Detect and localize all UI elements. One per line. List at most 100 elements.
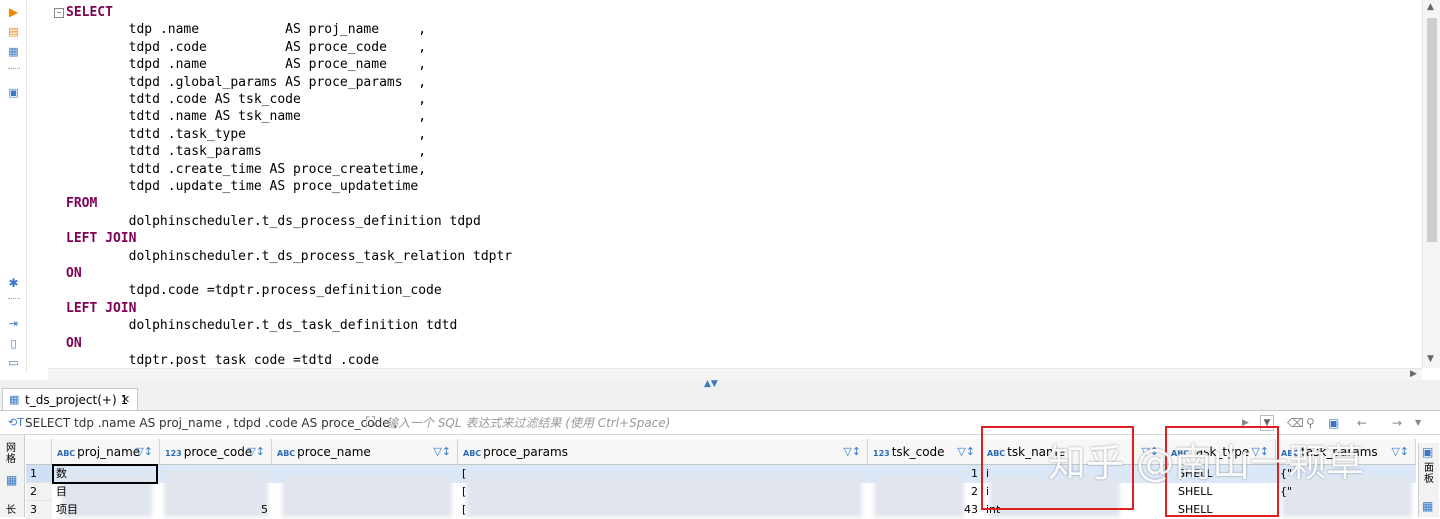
column-type-badge: 123 (165, 449, 182, 458)
column-header-label: proce_name (297, 445, 371, 459)
file-icon[interactable]: ▯ (7, 337, 20, 350)
side-tab-panel[interactable]: 面板 (1424, 463, 1435, 485)
column-filter-icon[interactable]: ▽↕ (247, 439, 265, 464)
column-filter-icon[interactable]: ▽↕ (433, 439, 451, 464)
column-header-proj-name[interactable]: ABC proj_name ▽↕ (52, 439, 160, 465)
column-filter-icon[interactable]: ▽↕ (957, 439, 975, 464)
cell-tsk-code[interactable]: 1 (872, 465, 978, 483)
code-text: tdpd .name AS proce_name , (66, 57, 427, 73)
code-line[interactable]: LEFT JOIN (66, 300, 136, 317)
close-icon[interactable]: ✕ (121, 389, 130, 411)
sql-keyword: LEFT JOIN (66, 300, 137, 316)
code-line[interactable]: LEFT JOIN (66, 230, 136, 247)
cell-proce-code[interactable]: 5 (164, 501, 268, 519)
code-line[interactable]: FROM (66, 195, 97, 212)
code-line[interactable]: ON (66, 335, 82, 352)
sql-keyword: ON (66, 266, 82, 281)
expand-filter-icon[interactable]: ⛶ (366, 412, 375, 434)
blurred-content (282, 475, 452, 517)
right-side-panel-tabs: ▣ 面板 ▦ (1418, 443, 1439, 517)
row-number[interactable]: 2 (26, 483, 52, 501)
column-header-label: proj_name (77, 445, 141, 459)
splitter-toggle-icon[interactable]: ▲▼ (704, 380, 718, 389)
execute-script-icon[interactable]: ▤ (7, 25, 20, 38)
code-line[interactable]: tdpd .name AS proce_name , (66, 56, 426, 73)
cell-proce-params[interactable]: [ (462, 501, 864, 519)
side-tab-grid[interactable]: 网格 (6, 443, 18, 465)
code-text: tdpd.code =tdptr.process_definition_code (66, 283, 442, 299)
forward-arrow-icon[interactable]: → (1392, 412, 1402, 434)
column-filter-icon[interactable]: ▽↕ (135, 439, 153, 464)
explain-plan-icon[interactable]: ▦ (7, 45, 20, 58)
document-icon[interactable]: ▭ (7, 356, 20, 369)
sql-keyword: LEFT JOIN (66, 231, 137, 247)
editor-scroll-thumb[interactable] (1427, 18, 1437, 242)
side-tab-text[interactable]: 长 (6, 501, 16, 516)
filter-settings-icon[interactable]: ⚲ (1306, 412, 1315, 434)
editor-margin (30, 0, 48, 368)
code-text: tdpd .code AS proce_code , (66, 39, 427, 55)
cell-proj-name[interactable]: 项目 (56, 501, 156, 519)
column-header-label: proce_params (483, 445, 568, 459)
column-filter-icon[interactable]: ▽↕ (1391, 439, 1409, 464)
code-line[interactable]: ON (66, 265, 82, 282)
code-line[interactable]: tdp .name AS proj_name , (66, 21, 426, 38)
code-line[interactable]: tdpd .global_params AS proce_params , (66, 74, 426, 91)
back-arrow-icon[interactable]: ← (1357, 412, 1367, 434)
query-preview: SELECT tdp .name AS proj_name , tdpd .co… (25, 416, 398, 430)
code-text: tdp .name AS proj_name , (66, 22, 427, 38)
code-text: dolphinscheduler.t_ds_process_task_relat… (66, 248, 513, 264)
code-line[interactable]: tdpd .code AS proce_code , (66, 39, 426, 56)
code-line[interactable]: SELECT (66, 4, 113, 21)
code-line[interactable]: tdpd.code =tdptr.process_definition_code (66, 282, 442, 299)
settings-gear-icon[interactable]: ✱ (7, 277, 20, 290)
cell-proj-name[interactable]: 目 (56, 483, 156, 501)
column-header-proce-params[interactable]: ABC proce_params ▽↕ (458, 439, 868, 465)
code-line[interactable]: tdtd .create_time AS proce_createtime, (66, 161, 426, 178)
column-header-tsk-code[interactable]: 123 tsk_code ▽↕ (868, 439, 982, 465)
code-line[interactable]: tdtd .task_type , (66, 126, 426, 143)
panel-icon[interactable]: ▣ (1422, 445, 1433, 459)
code-line[interactable]: dolphinscheduler.t_ds_task_definition td… (66, 317, 458, 334)
cell-tsk-code[interactable]: 43 (872, 501, 978, 519)
sql-keyword: ON (66, 335, 82, 351)
editor-vertical-scrollbar[interactable]: ▲ ▼ (1422, 0, 1440, 368)
row-number-header (26, 439, 52, 465)
eraser-icon[interactable]: ⌫ (1287, 412, 1304, 434)
tab-results[interactable]: ▦ t_ds_project(+) 1 ✕ (2, 388, 138, 410)
code-line[interactable]: dolphinscheduler.t_ds_process_task_relat… (66, 248, 513, 265)
cell-proj-name[interactable]: 数 (56, 465, 156, 483)
cell-proce-params[interactable]: [ (462, 483, 864, 501)
grid-view-icon[interactable]: ▦ (6, 473, 17, 487)
cell-proce-params[interactable]: [ (462, 465, 864, 483)
code-line[interactable]: tdtd .task_params , (66, 143, 426, 160)
column-filter-icon[interactable]: ▽↕ (843, 439, 861, 464)
export-icon[interactable]: ⇥ (7, 317, 20, 330)
column-type-badge: ABC (463, 449, 482, 458)
code-line[interactable]: tdtd .name AS tsk_name , (66, 108, 426, 125)
grid-icon: ▦ (9, 393, 20, 406)
panel-splitter[interactable]: ▲▼ (0, 380, 1440, 389)
column-header-proce-name[interactable]: ABC proce_name ▽↕ (272, 439, 458, 465)
sql-query-icon: ⟲T (8, 416, 24, 429)
console-icon[interactable]: ▣ (7, 86, 20, 99)
column-header-label: proce_code (183, 445, 253, 459)
scroll-right-icon[interactable]: ▶ (1410, 369, 1417, 379)
row-number[interactable]: 1 (26, 465, 52, 483)
toolbar-separator-2 (8, 298, 20, 301)
row-number[interactable]: 3 (26, 501, 52, 519)
panel-config-icon[interactable]: ▣ (1328, 412, 1339, 434)
code-line[interactable]: dolphinscheduler.t_ds_process_definition… (66, 213, 481, 230)
code-text: tdpd .global_params AS proce_params , (66, 74, 427, 90)
more-dropdown-icon[interactable]: ▼ (1415, 412, 1421, 434)
code-line[interactable]: tdpd .update_time AS proce_updatetime (66, 178, 419, 195)
scroll-up-icon[interactable]: ▲ (1427, 2, 1434, 12)
execute-statement-icon[interactable]: ▶ (7, 6, 20, 19)
code-line[interactable]: tdtd .code AS tsk_code , (66, 91, 426, 108)
cell-tsk-code[interactable]: 2 (872, 483, 978, 501)
scroll-down-icon[interactable]: ▼ (1427, 354, 1434, 364)
code-line[interactable]: tdptr.post task code =tdtd .code (66, 352, 379, 369)
panel-grid-icon[interactable]: ▦ (1422, 499, 1433, 513)
fold-toggle-icon[interactable]: − (54, 8, 64, 18)
column-header-proce-code[interactable]: 123 proce_code ▽↕ (160, 439, 272, 465)
